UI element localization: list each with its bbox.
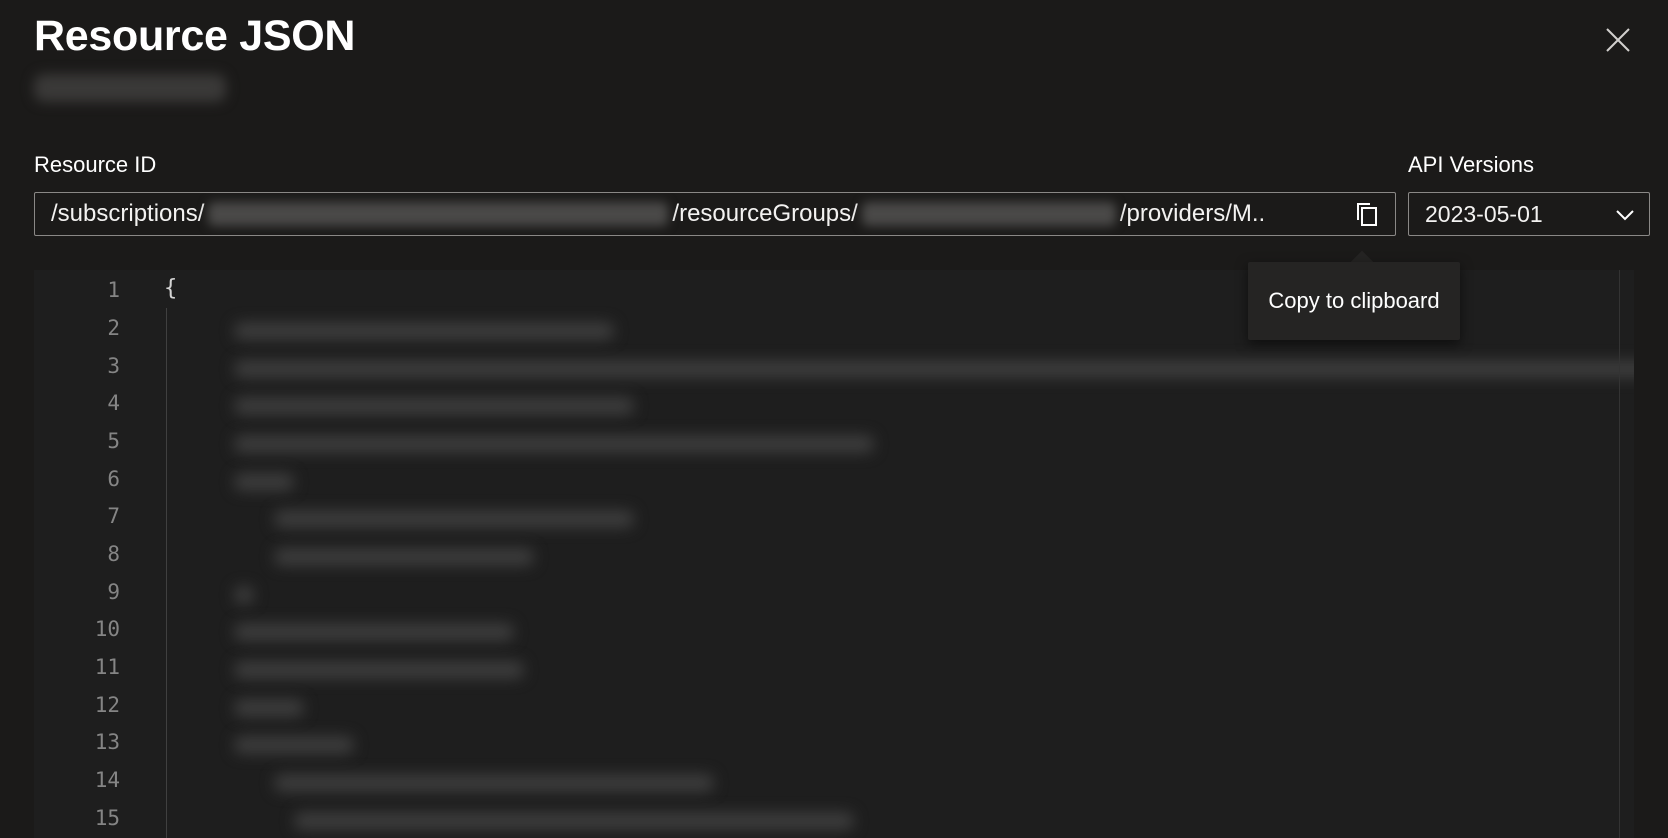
- copy-icon[interactable]: [1351, 199, 1383, 231]
- resource-id-segment-subscriptions: /subscriptions/: [51, 200, 205, 227]
- line-number: 2: [107, 316, 120, 340]
- redacted-subscription-id: [208, 202, 669, 226]
- copy-tooltip: Copy to clipboard: [1248, 262, 1460, 340]
- editor-scrollbar[interactable]: [1619, 270, 1620, 838]
- line-number: 5: [107, 429, 120, 453]
- line-number: 15: [94, 806, 120, 830]
- redacted-code-line: [274, 510, 634, 528]
- json-open-brace: {: [164, 276, 178, 301]
- redacted-subtitle: [34, 74, 226, 102]
- line-number: 14: [94, 768, 120, 792]
- chevron-down-icon: [1616, 210, 1634, 221]
- redacted-code-line: [234, 623, 514, 641]
- api-versions-label: API Versions: [1408, 152, 1534, 177]
- line-number: 11: [94, 655, 120, 679]
- resource-json-panel: Resource JSON Resource ID /subscriptions…: [0, 0, 1668, 838]
- panel-title: Resource JSON: [34, 12, 356, 60]
- resource-id-label: Resource ID: [34, 152, 157, 177]
- line-number: 12: [94, 693, 120, 717]
- line-number: 4: [107, 391, 120, 415]
- redacted-code-line: [234, 473, 294, 491]
- line-number: 8: [107, 542, 120, 566]
- redacted-code-line: [234, 360, 1634, 378]
- resource-id-field[interactable]: /subscriptions/ /resourceGroups/ /provid…: [34, 192, 1396, 236]
- api-versions-dropdown[interactable]: 2023-05-01: [1408, 192, 1650, 236]
- line-number-gutter: 1 2 3 4 5 6 7 8 9 10 11 12 13 14 15: [34, 270, 134, 838]
- redacted-code-line: [234, 322, 614, 340]
- line-number: 7: [107, 504, 120, 528]
- line-number: 1: [107, 278, 120, 302]
- redacted-code-line: [234, 699, 304, 717]
- redacted-code-line: [234, 661, 524, 679]
- redacted-code-line: [234, 586, 254, 604]
- resource-id-segment-providers: /providers/M..: [1119, 200, 1266, 227]
- redacted-code-line: [234, 736, 354, 754]
- close-icon[interactable]: [1598, 20, 1638, 60]
- line-number: 10: [94, 617, 120, 641]
- line-number: 13: [94, 730, 120, 754]
- redacted-resource-group: [861, 202, 1116, 226]
- redacted-code-line: [274, 548, 534, 566]
- code-area: {: [164, 270, 1634, 838]
- json-editor[interactable]: 1 2 3 4 5 6 7 8 9 10 11 12 13 14 15 {: [34, 270, 1634, 838]
- resource-id-segment-resourcegroups: /resourceGroups/: [672, 200, 858, 227]
- indent-guide: [166, 308, 167, 838]
- redacted-code-line: [274, 774, 714, 792]
- redacted-code-line: [294, 812, 854, 830]
- copy-tooltip-text: Copy to clipboard: [1268, 288, 1440, 313]
- line-number: 6: [107, 467, 120, 491]
- redacted-code-line: [234, 435, 874, 453]
- line-number: 3: [107, 354, 120, 378]
- api-version-selected: 2023-05-01: [1425, 200, 1543, 227]
- redacted-code-line: [234, 397, 634, 415]
- line-number: 9: [107, 580, 120, 604]
